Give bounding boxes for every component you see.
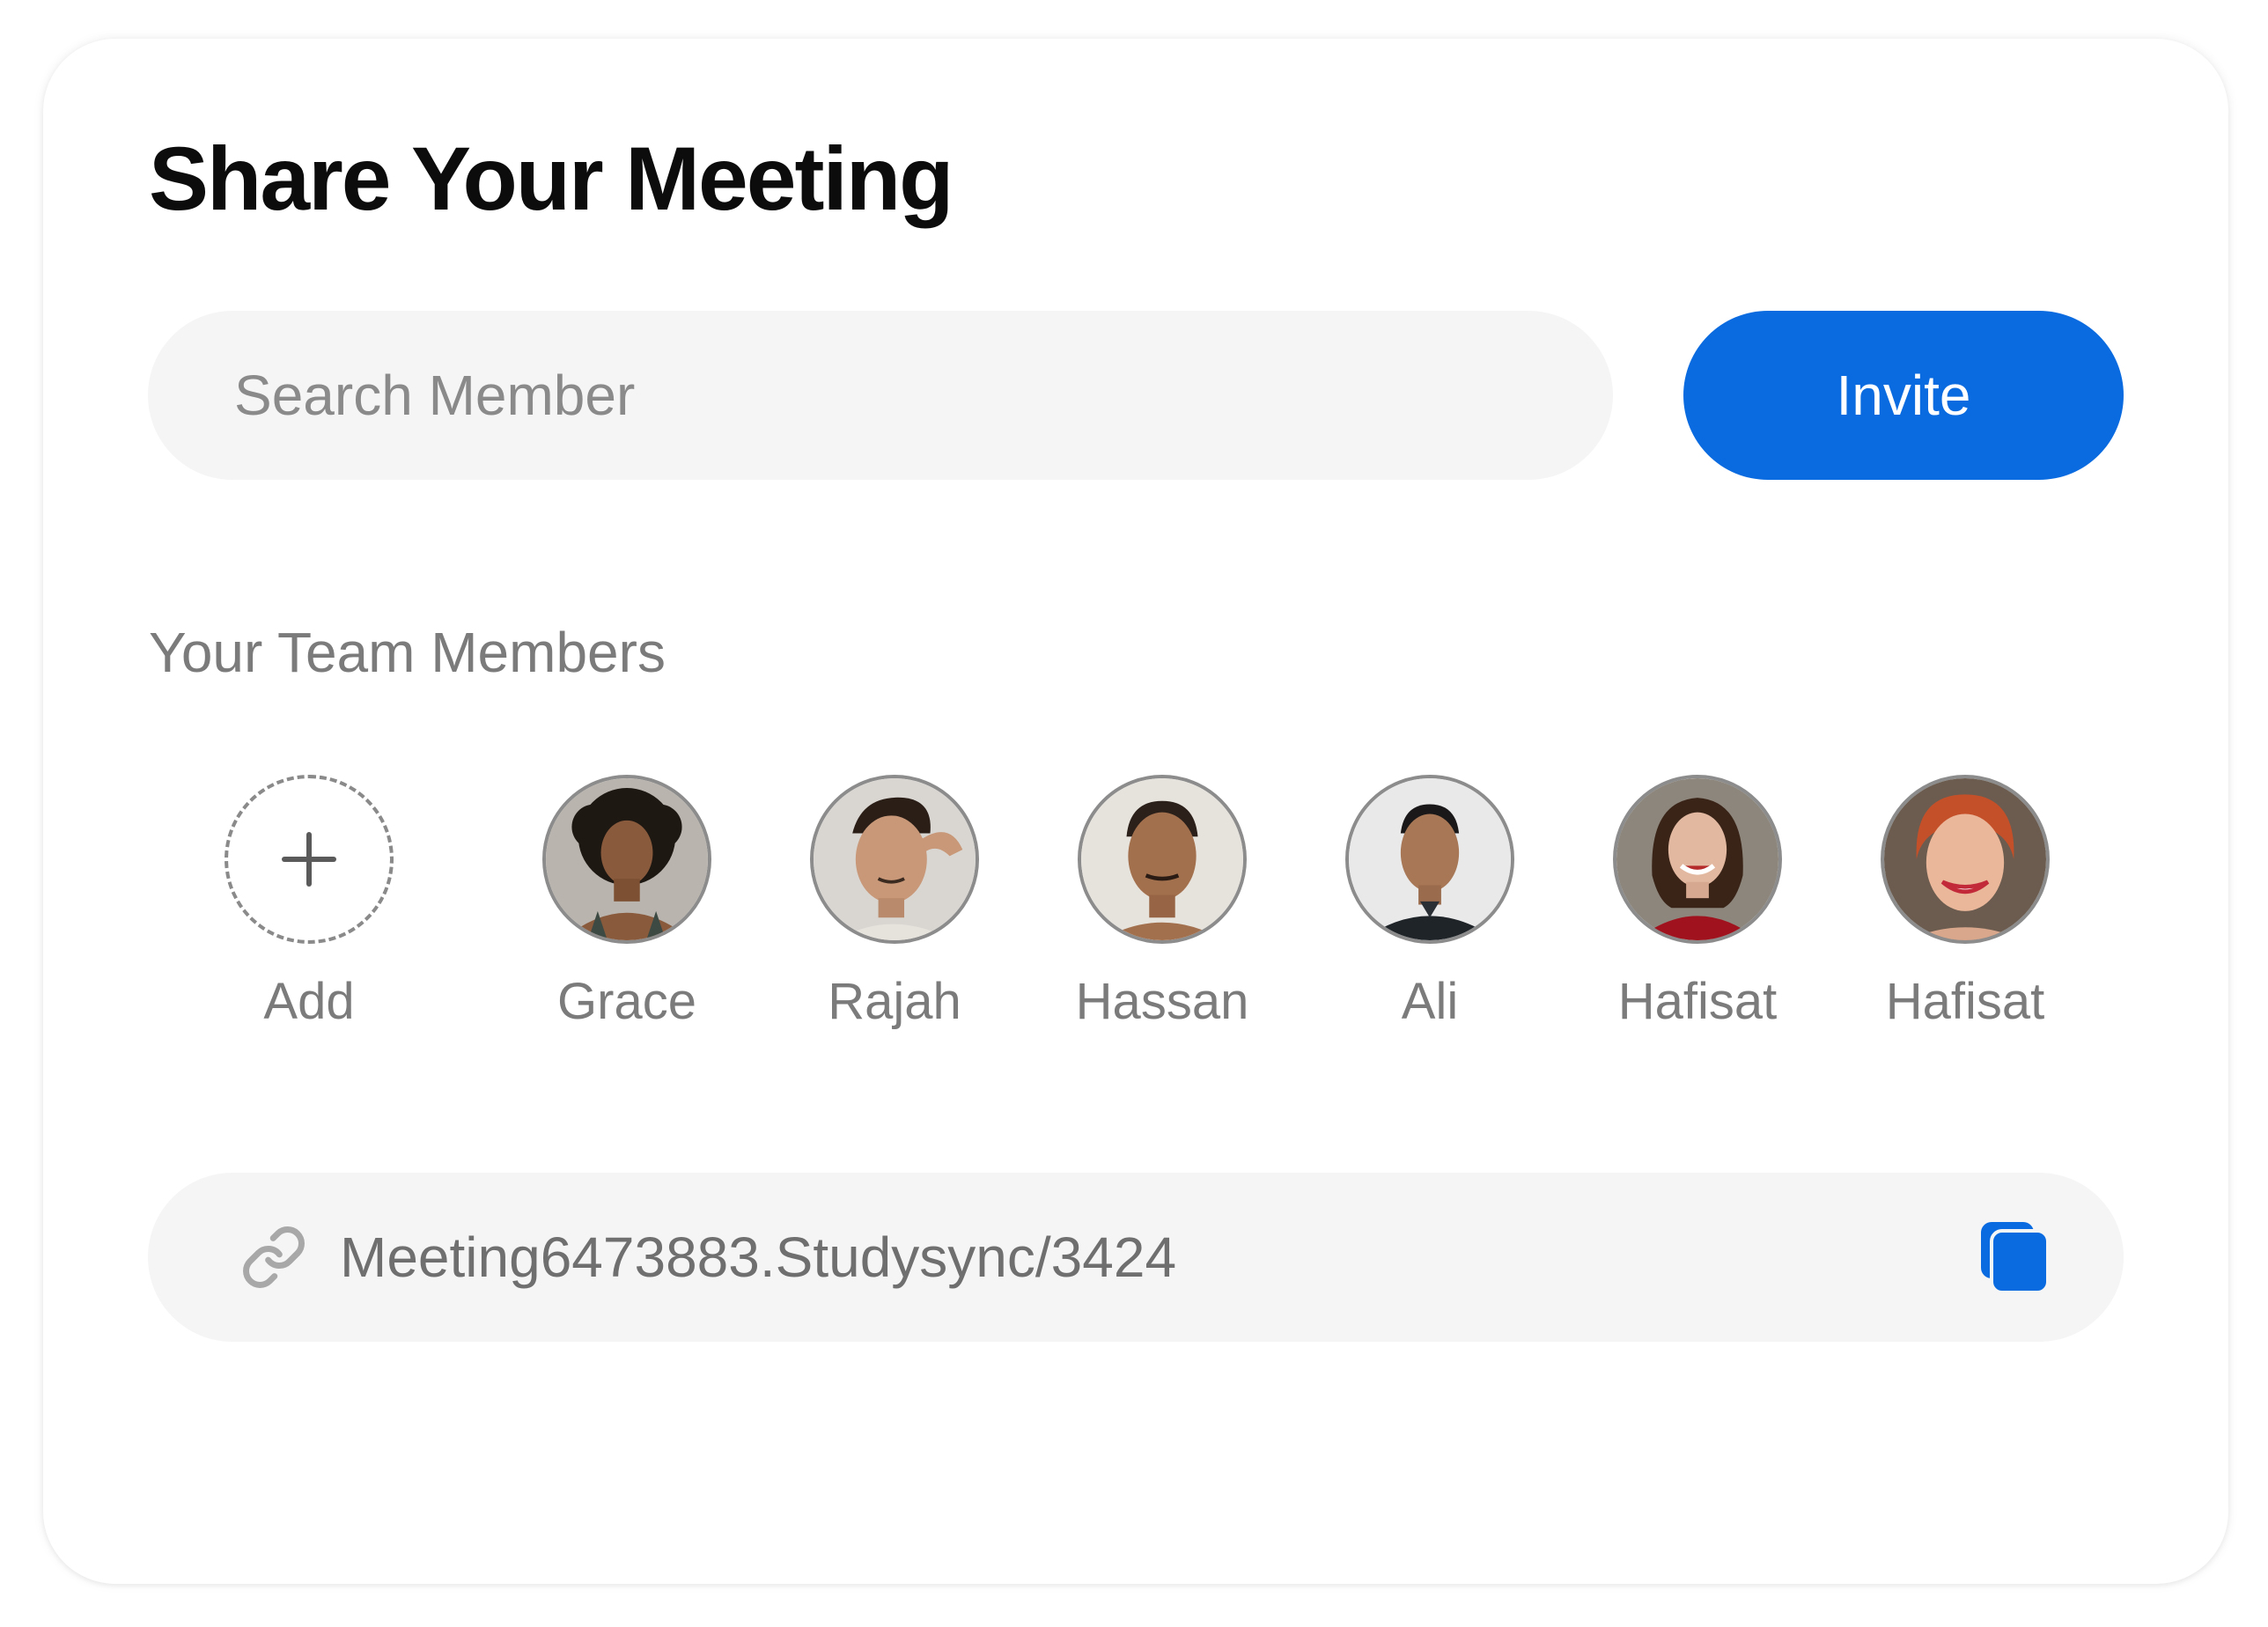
avatar[interactable] [1881,775,2050,944]
meeting-link-url[interactable]: Meeting6473883.Studysync/3424 [340,1173,1176,1342]
team-member-hassan[interactable]: Hassan [1012,775,1312,1031]
team-member-name: Rajah [828,973,961,1030]
plus-icon [282,832,336,887]
avatar-photo [1616,778,1778,940]
meeting-link-bar: Meeting6473883.Studysync/3424 [148,1173,2124,1342]
add-member-label: Add [263,973,355,1030]
team-member-name: Hassan [1075,973,1249,1030]
dialog-title: Share Your Meeting [149,129,954,229]
share-meeting-dialog: Share Your Meeting Invite Your Team Memb… [43,39,2228,1584]
copy-icon[interactable] [1979,1220,2050,1294]
avatar-photo [1081,778,1243,940]
team-member-grace[interactable]: Grace [477,775,777,1031]
avatar[interactable] [1078,775,1247,944]
add-circle[interactable] [225,775,394,944]
link-icon [243,1226,305,1288]
team-member-name: Hafisat [1885,973,2045,1030]
avatar-photo [546,778,708,940]
team-member-name: Hafisat [1617,973,1778,1030]
avatar[interactable] [1613,775,1782,944]
team-member-hafisat[interactable]: Hafisat [1548,775,1847,1031]
team-member-rajah[interactable]: Rajah [745,775,1044,1031]
search-member-box[interactable] [148,311,1613,480]
invite-button[interactable]: Invite [1683,311,2124,480]
team-member-name: Ali [1401,973,1459,1030]
avatar-photo [1349,778,1511,940]
team-member-hafisat-2[interactable]: Hafisat [1815,775,2115,1031]
team-member-ali[interactable]: Ali [1280,775,1580,1031]
team-members-heading: Your Team Members [149,621,666,684]
avatar-photo [1884,778,2046,940]
avatar-photo [814,778,976,940]
avatar[interactable] [542,775,711,944]
search-member-input[interactable] [234,311,1537,480]
add-member-button[interactable]: Add [159,775,459,1031]
avatar[interactable] [810,775,979,944]
avatar[interactable] [1345,775,1514,944]
team-member-name: Grace [557,973,696,1030]
